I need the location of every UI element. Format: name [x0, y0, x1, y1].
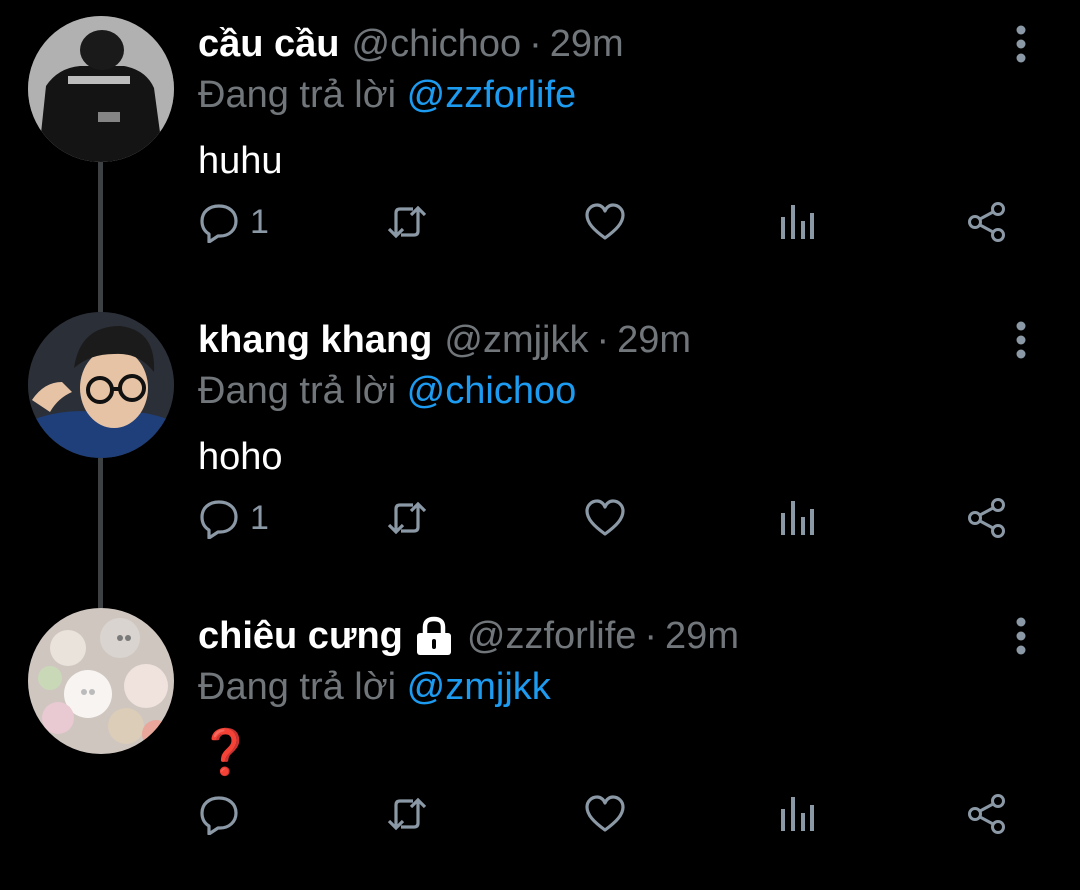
retweet-button[interactable] — [386, 492, 428, 544]
action-bar: 1 — [198, 196, 1038, 248]
separator-dot: · — [529, 23, 542, 65]
tweet[interactable]: khang khang @zmjjkk · 29m Đang trả lời @… — [0, 296, 1080, 592]
more-vertical-icon — [1016, 321, 1026, 359]
reply-count: 1 — [250, 202, 269, 241]
replying-to: Đang trả lời @zzforlife — [198, 72, 576, 118]
analytics-icon — [781, 205, 814, 239]
share-button[interactable] — [966, 492, 1008, 544]
mention-link[interactable]: @zmjjkk — [407, 666, 551, 708]
action-bar: 1 — [198, 492, 1038, 544]
share-icon — [968, 498, 1005, 538]
tweet-header: chiêu cưng @zzforlife · 29m — [198, 614, 739, 658]
retweet-button[interactable] — [386, 788, 428, 840]
like-button[interactable] — [584, 788, 626, 840]
analytics-icon — [781, 501, 814, 535]
user-handle[interactable]: @chichoo — [352, 22, 522, 66]
avatar[interactable] — [28, 608, 174, 754]
share-icon — [968, 202, 1005, 242]
more-options-button[interactable] — [1004, 318, 1038, 362]
like-button[interactable] — [584, 196, 626, 248]
retweet-icon — [387, 205, 427, 239]
display-name[interactable]: chiêu cưng — [198, 614, 403, 658]
separator-dot: · — [596, 319, 610, 361]
replying-to-label: Đang trả lời — [198, 74, 397, 116]
mention-link[interactable]: @zzforlife — [407, 74, 577, 116]
tweet-text: ❓ — [198, 730, 253, 778]
retweet-icon — [387, 501, 427, 535]
retweet-button[interactable] — [386, 196, 428, 248]
share-icon — [968, 794, 1005, 834]
analytics-button[interactable] — [776, 492, 818, 544]
replying-to-label: Đang trả lời — [198, 370, 397, 412]
mention-link[interactable]: @chichoo — [407, 370, 577, 412]
separator-dot: · — [644, 615, 658, 657]
user-handle[interactable]: @zmjjkk — [444, 318, 588, 362]
more-options-button[interactable] — [1004, 22, 1038, 66]
more-vertical-icon — [1016, 25, 1026, 63]
tweet-header: khang khang @zmjjkk · 29m — [198, 318, 691, 362]
tweet[interactable]: chiêu cưng @zzforlife · 29m Đang trả lời… — [0, 592, 1080, 888]
question-mark-emoji: ❓ — [198, 727, 253, 778]
tweet-text: huhu — [198, 140, 283, 182]
heart-icon — [585, 203, 625, 240]
share-button[interactable] — [966, 196, 1008, 248]
reply-icon — [200, 204, 238, 243]
avatar[interactable] — [28, 16, 174, 162]
timestamp[interactable]: 29m — [550, 22, 624, 66]
reply-button[interactable]: 1 — [198, 196, 269, 248]
avatar-image — [28, 312, 174, 458]
analytics-button[interactable] — [776, 196, 818, 248]
avatar[interactable] — [28, 312, 174, 458]
avatar-image — [28, 608, 174, 754]
analytics-button[interactable] — [776, 788, 818, 840]
more-options-button[interactable] — [1004, 614, 1038, 658]
more-vertical-icon — [1016, 617, 1026, 655]
reply-count: 1 — [250, 498, 269, 537]
heart-icon — [585, 795, 625, 832]
reply-icon — [200, 796, 238, 835]
display-name[interactable]: khang khang — [198, 318, 432, 362]
replying-to: Đang trả lời @chichoo — [198, 368, 576, 414]
heart-icon — [585, 499, 625, 536]
replying-to-label: Đang trả lời — [198, 666, 397, 708]
tweet[interactable]: cầu cầu @chichoo · 29m Đang trả lời @zzf… — [0, 0, 1080, 296]
action-bar — [198, 788, 1038, 840]
display-name[interactable]: cầu cầu — [198, 22, 340, 66]
tweet-header: cầu cầu @chichoo · 29m — [198, 22, 624, 66]
timestamp[interactable]: 29m — [617, 318, 691, 362]
reply-button[interactable] — [198, 788, 250, 840]
analytics-icon — [781, 797, 814, 831]
retweet-icon — [387, 797, 427, 831]
user-handle[interactable]: @zzforlife — [467, 614, 637, 658]
replying-to: Đang trả lời @zmjjkk — [198, 664, 551, 710]
like-button[interactable] — [584, 492, 626, 544]
reply-button[interactable]: 1 — [198, 492, 269, 544]
reply-icon — [200, 500, 238, 539]
avatar-image — [28, 16, 174, 162]
reply-thread: cầu cầu @chichoo · 29m Đang trả lời @zzf… — [0, 0, 1080, 890]
tweet-text: hoho — [198, 436, 283, 478]
share-button[interactable] — [966, 788, 1008, 840]
lock-icon — [416, 616, 451, 655]
timestamp[interactable]: 29m — [665, 614, 739, 658]
